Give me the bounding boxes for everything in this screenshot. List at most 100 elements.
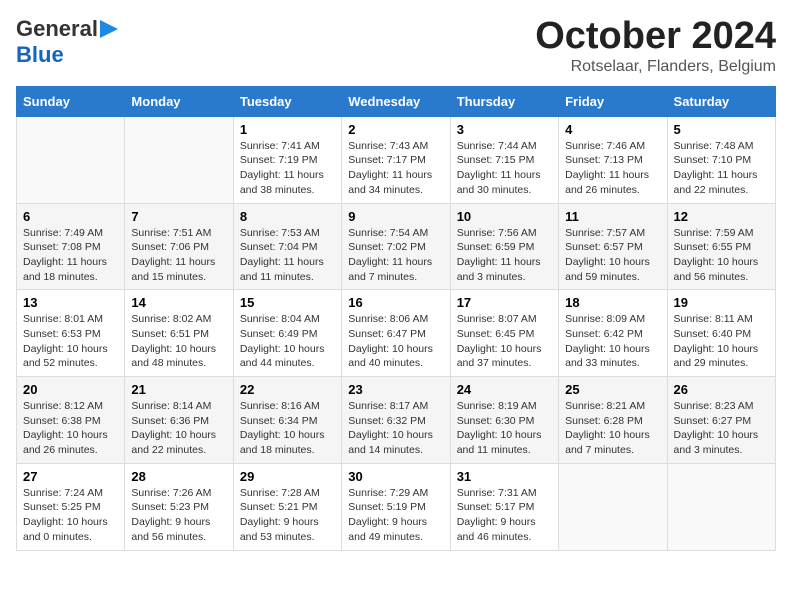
calendar-cell: 27 Sunrise: 7:24 AMSunset: 5:25 PMDayligh… — [17, 463, 125, 550]
calendar-cell: 3 Sunrise: 7:44 AMSunset: 7:15 PMDaylight… — [450, 116, 558, 203]
logo-general-text: General — [16, 16, 98, 42]
logo: General Blue — [16, 16, 120, 68]
title-block: October 2024 Rotselaar, Flanders, Belgiu… — [535, 16, 776, 76]
calendar-cell: 7 Sunrise: 7:51 AMSunset: 7:06 PMDaylight… — [125, 203, 233, 290]
day-info: Sunrise: 8:07 AMSunset: 6:45 PMDaylight:… — [457, 312, 552, 371]
calendar-cell: 19 Sunrise: 8:11 AMSunset: 6:40 PMDayligh… — [667, 290, 775, 377]
day-number: 3 — [457, 122, 552, 137]
calendar-cell: 11 Sunrise: 7:57 AMSunset: 6:57 PMDayligh… — [559, 203, 667, 290]
calendar-cell: 23Sunrise: 8:17 AMSunset: 6:32 PMDayligh… — [342, 377, 450, 464]
day-number: 9 — [348, 209, 443, 224]
calendar-cell: 30Sunrise: 7:29 AMSunset: 5:19 PMDayligh… — [342, 463, 450, 550]
day-number: 6 — [23, 209, 118, 224]
calendar-cell: 4Sunrise: 7:46 AMSunset: 7:13 PMDaylight… — [559, 116, 667, 203]
day-number: 30 — [348, 469, 443, 484]
day-number: 22 — [240, 382, 335, 397]
day-number: 1 — [240, 122, 335, 137]
calendar-week-row: 27 Sunrise: 7:24 AMSunset: 5:25 PMDayligh… — [17, 463, 776, 550]
day-info: Sunrise: 7:26 AMSunset: 5:23 PMDaylight:… — [131, 486, 226, 545]
day-number: 24 — [457, 382, 552, 397]
weekday-header: Wednesday — [342, 86, 450, 116]
day-info: Sunrise: 8:04 AMSunset: 6:49 PMDaylight:… — [240, 312, 335, 371]
day-number: 28 — [131, 469, 226, 484]
calendar-cell — [125, 116, 233, 203]
calendar-cell: 13Sunrise: 8:01 AMSunset: 6:53 PMDayligh… — [17, 290, 125, 377]
day-info: Sunrise: 7:31 AMSunset: 5:17 PMDaylight:… — [457, 486, 552, 545]
day-info: Sunrise: 7:51 AMSunset: 7:06 PMDaylight:… — [131, 226, 226, 285]
calendar-cell: 5Sunrise: 7:48 AMSunset: 7:10 PMDaylight… — [667, 116, 775, 203]
calendar-cell: 1 Sunrise: 7:41 AMSunset: 7:19 PMDaylight… — [233, 116, 341, 203]
day-info: Sunrise: 8:14 AMSunset: 6:36 PMDaylight:… — [131, 399, 226, 458]
weekday-header: Sunday — [17, 86, 125, 116]
calendar-cell: 12 Sunrise: 7:59 AMSunset: 6:55 PMDayligh… — [667, 203, 775, 290]
day-info: Sunrise: 8:17 AMSunset: 6:32 PMDaylight:… — [348, 399, 443, 458]
calendar-week-row: 6 Sunrise: 7:49 AMSunset: 7:08 PMDaylight… — [17, 203, 776, 290]
day-number: 20 — [23, 382, 118, 397]
calendar-cell: 16Sunrise: 8:06 AMSunset: 6:47 PMDayligh… — [342, 290, 450, 377]
day-info: Sunrise: 8:11 AMSunset: 6:40 PMDaylight:… — [674, 312, 769, 371]
day-info: Sunrise: 7:53 AMSunset: 7:04 PMDaylight:… — [240, 226, 335, 285]
day-number: 5 — [674, 122, 769, 137]
calendar-week-row: 13Sunrise: 8:01 AMSunset: 6:53 PMDayligh… — [17, 290, 776, 377]
calendar-week-row: 20 Sunrise: 8:12 AMSunset: 6:38 PMDayligh… — [17, 377, 776, 464]
calendar-cell: 2Sunrise: 7:43 AMSunset: 7:17 PMDaylight… — [342, 116, 450, 203]
weekday-header: Monday — [125, 86, 233, 116]
calendar-cell: 28 Sunrise: 7:26 AMSunset: 5:23 PMDayligh… — [125, 463, 233, 550]
day-number: 18 — [565, 295, 660, 310]
day-info: Sunrise: 7:54 AMSunset: 7:02 PMDaylight:… — [348, 226, 443, 285]
logo-blue-text: Blue — [16, 42, 64, 67]
calendar-cell: 14 Sunrise: 8:02 AMSunset: 6:51 PMDayligh… — [125, 290, 233, 377]
day-number: 7 — [131, 209, 226, 224]
day-number: 26 — [674, 382, 769, 397]
day-info: Sunrise: 7:24 AMSunset: 5:25 PMDaylight:… — [23, 486, 118, 545]
calendar-header-row: SundayMondayTuesdayWednesdayThursdayFrid… — [17, 86, 776, 116]
day-number: 14 — [131, 295, 226, 310]
day-info: Sunrise: 8:21 AMSunset: 6:28 PMDaylight:… — [565, 399, 660, 458]
day-info: Sunrise: 7:43 AMSunset: 7:17 PMDaylight:… — [348, 139, 443, 198]
calendar-week-row: 1 Sunrise: 7:41 AMSunset: 7:19 PMDaylight… — [17, 116, 776, 203]
day-info: Sunrise: 8:23 AMSunset: 6:27 PMDaylight:… — [674, 399, 769, 458]
day-number: 31 — [457, 469, 552, 484]
day-info: Sunrise: 7:56 AMSunset: 6:59 PMDaylight:… — [457, 226, 552, 285]
page-header: General Blue October 2024 Rotselaar, Fla… — [16, 16, 776, 76]
month-title: October 2024 — [535, 16, 776, 58]
day-info: Sunrise: 7:59 AMSunset: 6:55 PMDaylight:… — [674, 226, 769, 285]
day-info: Sunrise: 8:12 AMSunset: 6:38 PMDaylight:… — [23, 399, 118, 458]
calendar-cell: 24 Sunrise: 8:19 AMSunset: 6:30 PMDayligh… — [450, 377, 558, 464]
calendar-cell — [17, 116, 125, 203]
day-info: Sunrise: 7:41 AMSunset: 7:19 PMDaylight:… — [240, 139, 335, 198]
day-info: Sunrise: 8:02 AMSunset: 6:51 PMDaylight:… — [131, 312, 226, 371]
calendar-cell — [667, 463, 775, 550]
calendar-cell: 8 Sunrise: 7:53 AMSunset: 7:04 PMDaylight… — [233, 203, 341, 290]
day-number: 21 — [131, 382, 226, 397]
day-number: 11 — [565, 209, 660, 224]
day-number: 12 — [674, 209, 769, 224]
calendar-cell: 26 Sunrise: 8:23 AMSunset: 6:27 PMDayligh… — [667, 377, 775, 464]
day-info: Sunrise: 7:46 AMSunset: 7:13 PMDaylight:… — [565, 139, 660, 198]
day-info: Sunrise: 7:57 AMSunset: 6:57 PMDaylight:… — [565, 226, 660, 285]
location: Rotselaar, Flanders, Belgium — [535, 58, 776, 76]
day-number: 27 — [23, 469, 118, 484]
day-number: 17 — [457, 295, 552, 310]
calendar-cell: 29Sunrise: 7:28 AMSunset: 5:21 PMDayligh… — [233, 463, 341, 550]
day-info: Sunrise: 8:19 AMSunset: 6:30 PMDaylight:… — [457, 399, 552, 458]
calendar-cell: 18Sunrise: 8:09 AMSunset: 6:42 PMDayligh… — [559, 290, 667, 377]
calendar-cell: 9 Sunrise: 7:54 AMSunset: 7:02 PMDaylight… — [342, 203, 450, 290]
day-info: Sunrise: 8:06 AMSunset: 6:47 PMDaylight:… — [348, 312, 443, 371]
day-info: Sunrise: 8:16 AMSunset: 6:34 PMDaylight:… — [240, 399, 335, 458]
calendar-cell: 20 Sunrise: 8:12 AMSunset: 6:38 PMDayligh… — [17, 377, 125, 464]
calendar-cell: 22 Sunrise: 8:16 AMSunset: 6:34 PMDayligh… — [233, 377, 341, 464]
calendar-cell: 31 Sunrise: 7:31 AMSunset: 5:17 PMDayligh… — [450, 463, 558, 550]
day-number: 19 — [674, 295, 769, 310]
calendar-cell: 25Sunrise: 8:21 AMSunset: 6:28 PMDayligh… — [559, 377, 667, 464]
weekday-header: Saturday — [667, 86, 775, 116]
calendar-cell: 6 Sunrise: 7:49 AMSunset: 7:08 PMDaylight… — [17, 203, 125, 290]
day-number: 8 — [240, 209, 335, 224]
calendar-table: SundayMondayTuesdayWednesdayThursdayFrid… — [16, 86, 776, 551]
calendar-cell — [559, 463, 667, 550]
weekday-header: Tuesday — [233, 86, 341, 116]
day-info: Sunrise: 7:44 AMSunset: 7:15 PMDaylight:… — [457, 139, 552, 198]
day-info: Sunrise: 7:49 AMSunset: 7:08 PMDaylight:… — [23, 226, 118, 285]
day-number: 13 — [23, 295, 118, 310]
calendar-cell: 15Sunrise: 8:04 AMSunset: 6:49 PMDayligh… — [233, 290, 341, 377]
